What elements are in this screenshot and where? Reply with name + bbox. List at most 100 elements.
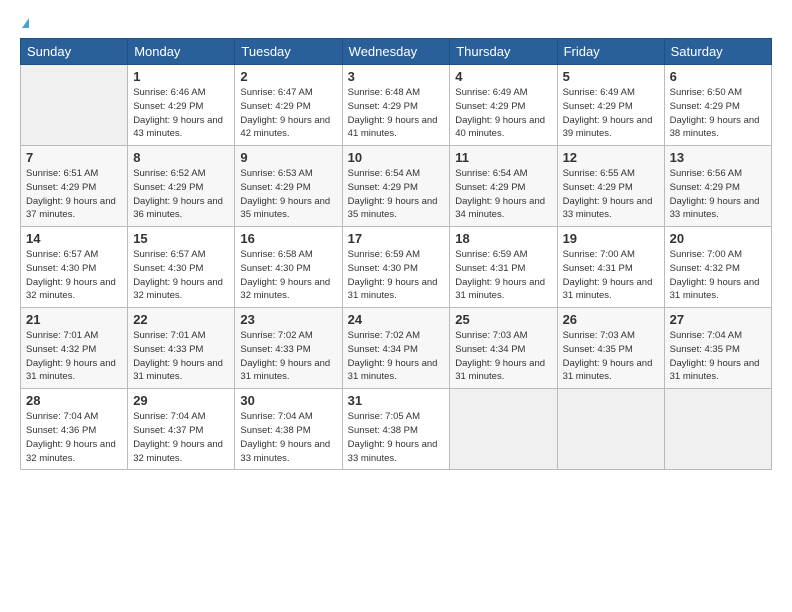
calendar-week-row: 28 Sunrise: 7:04 AM Sunset: 4:36 PM Dayli…: [21, 389, 772, 470]
day-number: 6: [670, 69, 766, 84]
day-info: Sunrise: 6:54 AM Sunset: 4:29 PM Dayligh…: [348, 167, 445, 222]
calendar-cell: 9 Sunrise: 6:53 AM Sunset: 4:29 PM Daylig…: [235, 146, 342, 227]
calendar-cell: 28 Sunrise: 7:04 AM Sunset: 4:36 PM Dayli…: [21, 389, 128, 470]
day-number: 30: [240, 393, 336, 408]
calendar-cell: 24 Sunrise: 7:02 AM Sunset: 4:34 PM Dayli…: [342, 308, 450, 389]
day-number: 23: [240, 312, 336, 327]
calendar-cell: 6 Sunrise: 6:50 AM Sunset: 4:29 PM Daylig…: [664, 65, 771, 146]
calendar-cell: 13Sunrise: 6:56 AM Sunset: 4:29 PM Dayli…: [664, 146, 771, 227]
day-info: Sunrise: 7:04 AM Sunset: 4:35 PM Dayligh…: [670, 329, 766, 384]
day-number: 13: [670, 150, 766, 165]
calendar-cell: [557, 389, 664, 470]
day-number: 16: [240, 231, 336, 246]
day-number: 10: [348, 150, 445, 165]
day-number: 12: [563, 150, 659, 165]
day-info: Sunrise: 7:05 AM Sunset: 4:38 PM Dayligh…: [348, 410, 445, 465]
calendar-cell: 11 Sunrise: 6:54 AM Sunset: 4:29 PM Dayli…: [450, 146, 557, 227]
day-number: 18: [455, 231, 551, 246]
day-info: Sunrise: 7:04 AM Sunset: 4:37 PM Dayligh…: [133, 410, 229, 465]
calendar: SundayMondayTuesdayWednesdayThursdayFrid…: [20, 38, 772, 470]
day-info: Sunrise: 7:02 AM Sunset: 4:34 PM Dayligh…: [348, 329, 445, 384]
logo-arrow-icon: [22, 18, 29, 28]
day-number: 27: [670, 312, 766, 327]
calendar-header-sunday: Sunday: [21, 39, 128, 65]
day-number: 28: [26, 393, 122, 408]
calendar-cell: 23 Sunrise: 7:02 AM Sunset: 4:33 PM Dayli…: [235, 308, 342, 389]
calendar-cell: [450, 389, 557, 470]
calendar-cell: 10 Sunrise: 6:54 AM Sunset: 4:29 PM Dayli…: [342, 146, 450, 227]
day-number: 21: [26, 312, 122, 327]
day-info: Sunrise: 6:49 AM Sunset: 4:29 PM Dayligh…: [455, 86, 551, 141]
day-info: Sunrise: 6:51 AM Sunset: 4:29 PM Dayligh…: [26, 167, 122, 222]
day-info: Sunrise: 6:57 AM Sunset: 4:30 PM Dayligh…: [133, 248, 229, 303]
day-info: Sunrise: 6:54 AM Sunset: 4:29 PM Dayligh…: [455, 167, 551, 222]
calendar-header-monday: Monday: [128, 39, 235, 65]
calendar-cell: [664, 389, 771, 470]
day-number: 24: [348, 312, 445, 327]
day-number: 29: [133, 393, 229, 408]
calendar-week-row: 1 Sunrise: 6:46 AM Sunset: 4:29 PM Daylig…: [21, 65, 772, 146]
calendar-cell: 29 Sunrise: 7:04 AM Sunset: 4:37 PM Dayli…: [128, 389, 235, 470]
calendar-week-row: 21 Sunrise: 7:01 AM Sunset: 4:32 PM Dayli…: [21, 308, 772, 389]
calendar-cell: 12 Sunrise: 6:55 AM Sunset: 4:29 PM Dayli…: [557, 146, 664, 227]
day-number: 15: [133, 231, 229, 246]
calendar-cell: 22 Sunrise: 7:01 AM Sunset: 4:33 PM Dayli…: [128, 308, 235, 389]
day-info: Sunrise: 7:04 AM Sunset: 4:38 PM Dayligh…: [240, 410, 336, 465]
calendar-header-wednesday: Wednesday: [342, 39, 450, 65]
day-info: Sunrise: 6:57 AM Sunset: 4:30 PM Dayligh…: [26, 248, 122, 303]
day-info: Sunrise: 6:46 AM Sunset: 4:29 PM Dayligh…: [133, 86, 229, 141]
day-number: 17: [348, 231, 445, 246]
day-info: Sunrise: 6:53 AM Sunset: 4:29 PM Dayligh…: [240, 167, 336, 222]
day-number: 5: [563, 69, 659, 84]
calendar-cell: 30 Sunrise: 7:04 AM Sunset: 4:38 PM Dayli…: [235, 389, 342, 470]
day-number: 7: [26, 150, 122, 165]
calendar-header-thursday: Thursday: [450, 39, 557, 65]
calendar-cell: 5Sunrise: 6:49 AM Sunset: 4:29 PM Daylig…: [557, 65, 664, 146]
calendar-cell: 4 Sunrise: 6:49 AM Sunset: 4:29 PM Daylig…: [450, 65, 557, 146]
day-number: 22: [133, 312, 229, 327]
calendar-cell: 17 Sunrise: 6:59 AM Sunset: 4:30 PM Dayli…: [342, 227, 450, 308]
day-info: Sunrise: 6:58 AM Sunset: 4:30 PM Dayligh…: [240, 248, 336, 303]
calendar-cell: 7 Sunrise: 6:51 AM Sunset: 4:29 PM Daylig…: [21, 146, 128, 227]
calendar-cell: 16 Sunrise: 6:58 AM Sunset: 4:30 PM Dayli…: [235, 227, 342, 308]
calendar-cell: 27 Sunrise: 7:04 AM Sunset: 4:35 PM Dayli…: [664, 308, 771, 389]
page: SundayMondayTuesdayWednesdayThursdayFrid…: [0, 0, 792, 612]
day-number: 20: [670, 231, 766, 246]
day-number: 3: [348, 69, 445, 84]
logo: [20, 18, 29, 28]
day-info: Sunrise: 7:04 AM Sunset: 4:36 PM Dayligh…: [26, 410, 122, 465]
calendar-cell: 14 Sunrise: 6:57 AM Sunset: 4:30 PM Dayli…: [21, 227, 128, 308]
day-number: 14: [26, 231, 122, 246]
calendar-cell: 2 Sunrise: 6:47 AM Sunset: 4:29 PM Daylig…: [235, 65, 342, 146]
calendar-header-saturday: Saturday: [664, 39, 771, 65]
day-number: 4: [455, 69, 551, 84]
day-info: Sunrise: 7:02 AM Sunset: 4:33 PM Dayligh…: [240, 329, 336, 384]
calendar-cell: 19Sunrise: 7:00 AM Sunset: 4:31 PM Dayli…: [557, 227, 664, 308]
day-info: Sunrise: 6:55 AM Sunset: 4:29 PM Dayligh…: [563, 167, 659, 222]
calendar-cell: 15 Sunrise: 6:57 AM Sunset: 4:30 PM Dayli…: [128, 227, 235, 308]
day-info: Sunrise: 7:03 AM Sunset: 4:34 PM Dayligh…: [455, 329, 551, 384]
calendar-cell: 18 Sunrise: 6:59 AM Sunset: 4:31 PM Dayli…: [450, 227, 557, 308]
calendar-cell: 20 Sunrise: 7:00 AM Sunset: 4:32 PM Dayli…: [664, 227, 771, 308]
day-number: 31: [348, 393, 445, 408]
day-info: Sunrise: 7:01 AM Sunset: 4:32 PM Dayligh…: [26, 329, 122, 384]
day-number: 8: [133, 150, 229, 165]
day-info: Sunrise: 6:52 AM Sunset: 4:29 PM Dayligh…: [133, 167, 229, 222]
calendar-week-row: 7 Sunrise: 6:51 AM Sunset: 4:29 PM Daylig…: [21, 146, 772, 227]
day-number: 19: [563, 231, 659, 246]
day-info: Sunrise: 6:50 AM Sunset: 4:29 PM Dayligh…: [670, 86, 766, 141]
calendar-cell: 31 Sunrise: 7:05 AM Sunset: 4:38 PM Dayli…: [342, 389, 450, 470]
day-info: Sunrise: 7:01 AM Sunset: 4:33 PM Dayligh…: [133, 329, 229, 384]
day-info: Sunrise: 7:00 AM Sunset: 4:32 PM Dayligh…: [670, 248, 766, 303]
day-number: 2: [240, 69, 336, 84]
day-number: 1: [133, 69, 229, 84]
calendar-cell: 3 Sunrise: 6:48 AM Sunset: 4:29 PM Daylig…: [342, 65, 450, 146]
calendar-cell: 21 Sunrise: 7:01 AM Sunset: 4:32 PM Dayli…: [21, 308, 128, 389]
calendar-header-row: SundayMondayTuesdayWednesdayThursdayFrid…: [21, 39, 772, 65]
day-info: Sunrise: 6:59 AM Sunset: 4:31 PM Dayligh…: [455, 248, 551, 303]
day-info: Sunrise: 6:48 AM Sunset: 4:29 PM Dayligh…: [348, 86, 445, 141]
day-number: 11: [455, 150, 551, 165]
day-info: Sunrise: 6:47 AM Sunset: 4:29 PM Dayligh…: [240, 86, 336, 141]
day-number: 9: [240, 150, 336, 165]
day-info: Sunrise: 6:59 AM Sunset: 4:30 PM Dayligh…: [348, 248, 445, 303]
